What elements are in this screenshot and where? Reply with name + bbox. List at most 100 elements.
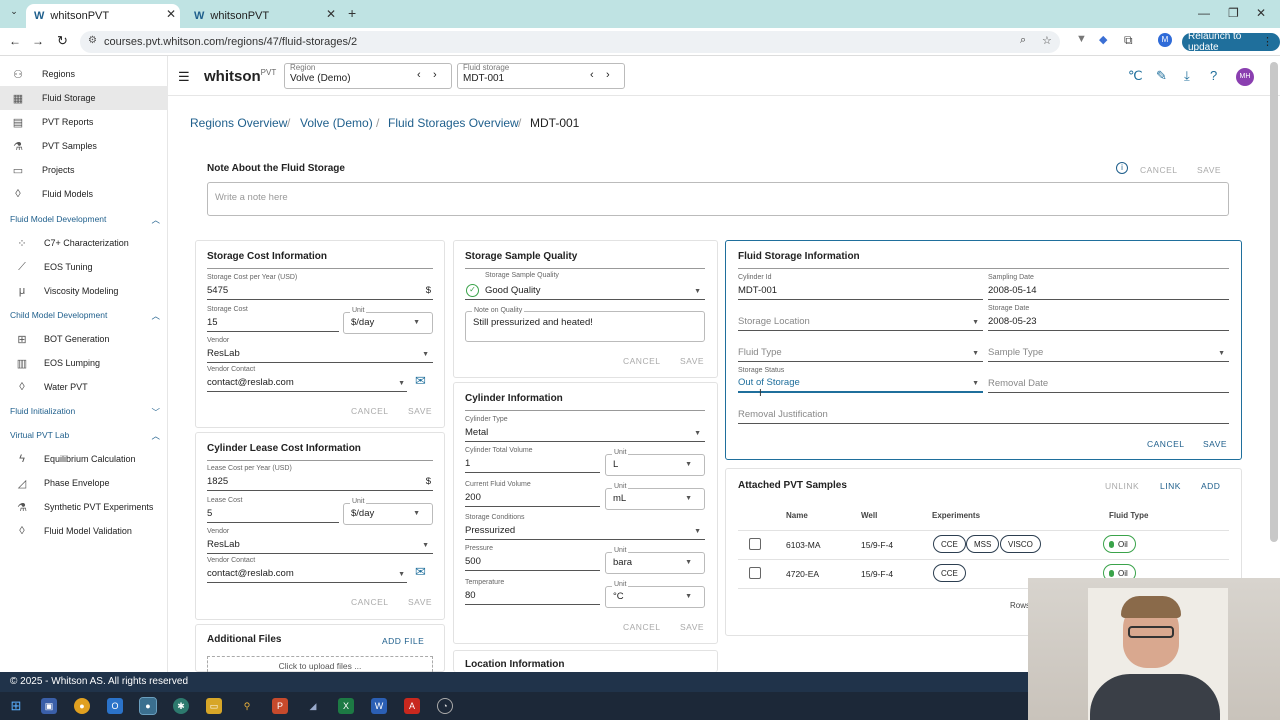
row-checkbox[interactable] [749,538,761,550]
quality-save-button[interactable]: SAVE [680,356,704,366]
note-save-button[interactable]: SAVE [1197,165,1221,175]
sidebar-item-eos-lumping[interactable]: ▥ EOS Lumping [0,351,168,375]
unlink-button[interactable]: UNLINK [1105,481,1139,491]
close-window-icon[interactable]: ✕ [1256,6,1266,20]
help-icon[interactable]: ? [1210,68,1217,83]
download-icon[interactable]: ⤓ [1184,68,1190,84]
group-fluid-initialization[interactable]: Fluid Initialization ﹀ [10,406,160,418]
pressure-unit-select[interactable]: Unit bara ▼ [605,547,705,574]
add-file-button[interactable]: ADD FILE [382,636,424,646]
reload-icon[interactable]: ↻ [57,33,68,49]
cylinder-total-volume-unit-select[interactable]: Unit L ▼ [605,449,705,476]
browser-tab-1[interactable]: W whitsonPVT [26,4,180,28]
app-logo[interactable]: whitsonPVT [204,68,276,85]
bookmark-star-icon[interactable]: ☆ [1042,34,1052,47]
cylinder-id-field[interactable]: Cylinder Id MDT-001 [738,274,983,300]
column-header-experiments[interactable]: Experiments [932,511,980,520]
storage-conditions-select[interactable]: Storage Conditions Pressurized ▼ [465,514,705,540]
chrome-icon[interactable]: ● [74,698,90,714]
cylinder-save-button[interactable]: SAVE [680,622,704,632]
experiment-chip[interactable]: VISCO [1000,535,1041,553]
cylinder-cancel-button[interactable]: CANCEL [623,622,660,632]
storage-status-select[interactable]: Storage Status Out of Storage ▼ [738,367,983,393]
feedback-icon[interactable]: ✎ [1156,68,1167,84]
taskbar-app-icon[interactable]: ▣ [41,698,57,714]
storage-cost-cancel-button[interactable]: CANCEL [351,406,388,416]
add-sample-button[interactable]: ADD [1201,481,1220,491]
sidebar-item-pvt-samples[interactable]: ⚗ PVT Samples [0,134,168,158]
group-fluid-model-development[interactable]: Fluid Model Development ︿ [10,214,160,226]
column-header-name[interactable]: Name [786,511,808,520]
row-checkbox[interactable] [749,567,761,579]
extension-shield-icon[interactable]: ◆ [1099,33,1107,46]
removal-justification-field[interactable]: Removal Justification [738,398,1229,424]
tab-menu-icon[interactable]: ⌄ [6,6,22,22]
hamburger-menu-icon[interactable]: ☰ [178,69,190,85]
next-region-icon[interactable]: › [433,69,437,81]
fluid-type-select[interactable]: Fluid Type ▼ [738,336,983,362]
lease-cost-per-year-field[interactable]: Lease Cost per Year (USD) 1825 $ [207,465,433,491]
restore-icon[interactable]: ❐ [1228,6,1239,20]
info-icon[interactable]: i [1116,162,1128,174]
experiment-chip[interactable]: CCE [933,535,966,553]
breadcrumb-regions-overview[interactable]: Regions Overview [190,116,287,130]
storage-cost-unit-select[interactable]: Unit $/day ▼ [343,307,433,334]
quality-note-field[interactable]: Note on Quality Still pressurized and hea… [465,307,705,342]
storage-vendor-select[interactable]: Vendor ResLab ▼ [207,337,433,363]
next-storage-icon[interactable]: › [606,69,610,81]
lease-cost-save-button[interactable]: SAVE [408,597,432,607]
lease-cost-unit-select[interactable]: Unit $/day ▼ [343,498,433,525]
email-icon[interactable]: ✉ [415,373,426,389]
sidebar-item-fluid-models[interactable]: ◊ Fluid Models [0,182,168,206]
profile-avatar[interactable]: M [1158,33,1172,47]
pressure-field[interactable]: Pressure 500 [465,545,600,571]
sidebar-item-regions[interactable]: ⚇ Regions [0,62,168,86]
removal-date-field[interactable]: Removal Date [988,367,1229,393]
word-icon[interactable]: W [371,698,387,714]
puzzle-icon[interactable]: ⧉ [1124,33,1133,48]
experiment-chip[interactable]: MSS [966,535,1000,553]
sidebar-item-viscosity-modeling[interactable]: μ Viscosity Modeling [0,279,168,303]
temperature-unit-select[interactable]: Unit °C ▼ [605,581,705,608]
outlook-icon[interactable]: O [107,698,123,714]
search-icon[interactable]: ⚲ [239,698,255,714]
fluid-storage-selector[interactable]: Fluid storage MDT-001 ‹ › [457,63,625,89]
storage-info-save-button[interactable]: SAVE [1203,439,1227,449]
temperature-unit-icon[interactable]: ℃ [1128,68,1143,84]
forward-icon[interactable]: → [32,34,44,48]
group-virtual-pvt-lab[interactable]: Virtual PVT Lab ︿ [10,430,160,442]
sidebar-item-fluid-storage[interactable]: ▦ Fluid Storage [0,86,168,110]
sample-quality-select[interactable]: Storage Sample Quality Good Quality ▼ [485,272,705,299]
storage-cost-field[interactable]: Storage Cost 15 [207,306,339,332]
current-fluid-volume-field[interactable]: Current Fluid Volume 200 [465,481,600,507]
quality-cancel-button[interactable]: CANCEL [623,356,660,366]
minimize-icon[interactable]: — [1198,6,1210,20]
taskbar-app-icon[interactable]: ◔ [437,698,453,714]
breadcrumb-region[interactable]: Volve (Demo) [300,116,373,130]
link-button[interactable]: LINK [1160,481,1181,491]
sidebar-item-bot-generation[interactable]: ⊞ BOT Generation [0,327,168,351]
prev-storage-icon[interactable]: ‹ [590,69,594,81]
prev-region-icon[interactable]: ‹ [417,69,421,81]
group-child-model-development[interactable]: Child Model Development ︿ [10,310,160,322]
sidebar-item-eos-tuning[interactable]: ⟋ EOS Tuning [0,255,168,279]
sampling-date-field[interactable]: Sampling Date 2008-05-14 [988,274,1229,300]
sidebar-item-fluid-model-validation[interactable]: ◊ Fluid Model Validation [0,519,168,543]
experiment-chip[interactable]: CCE [933,564,966,582]
acrobat-icon[interactable]: A [404,698,420,714]
current-fluid-volume-unit-select[interactable]: Unit mL ▼ [605,483,705,510]
sidebar-item-equilibrium-calculation[interactable]: ϟ Equilibrium Calculation [0,447,168,471]
temperature-field[interactable]: Temperature 80 [465,579,600,605]
storage-date-field[interactable]: Storage Date 2008-05-23 [988,305,1229,331]
sidebar-item-projects[interactable]: ▭ Projects [0,158,168,182]
column-header-well[interactable]: Well [861,511,877,520]
new-tab-icon[interactable]: + [348,5,356,21]
url-field[interactable]: ⚙ courses.pvt.whitson.com/regions/47/flu… [80,31,1060,53]
storage-cost-save-button[interactable]: SAVE [408,406,432,416]
storage-cost-per-year-field[interactable]: Storage Cost per Year (USD) 5475 $ [207,274,433,300]
sidebar-item-synthetic-pvt[interactable]: ⚗ Synthetic PVT Experiments [0,495,168,519]
zoom-icon[interactable]: ⌕ [1020,34,1026,47]
upload-dropzone[interactable]: Click to upload files ... [207,656,433,672]
close-tab-icon[interactable]: ✕ [166,7,176,21]
site-info-icon[interactable]: ⚙ [88,35,97,46]
